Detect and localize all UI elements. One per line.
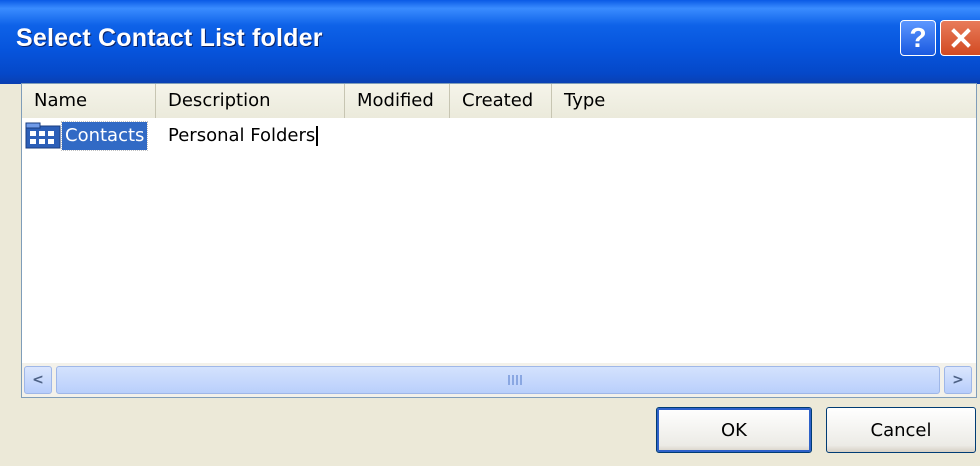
folder-list-view[interactable]: Name Description Modified Created Type C… xyxy=(21,83,977,398)
column-header-created[interactable]: Created xyxy=(450,84,552,118)
scrollbar-thumb[interactable] xyxy=(56,366,940,394)
help-button[interactable]: ? xyxy=(900,20,936,56)
folder-description-text: Personal Folders xyxy=(168,125,316,146)
window-title: Select Contact List folder xyxy=(16,24,323,52)
grip-icon xyxy=(508,375,522,385)
close-button[interactable] xyxy=(940,20,980,56)
cancel-button[interactable]: Cancel xyxy=(826,407,976,453)
folder-description-cell: Personal Folders xyxy=(168,122,319,150)
column-header-name[interactable]: Name xyxy=(22,84,156,118)
chevron-left-icon: < xyxy=(32,372,44,388)
folder-name-cell[interactable]: Contacts xyxy=(60,121,149,151)
title-bar[interactable]: Select Contact List folder ? xyxy=(0,0,980,84)
column-header-modified[interactable]: Modified xyxy=(345,84,450,118)
text-cursor xyxy=(316,126,319,146)
scroll-right-button[interactable]: > xyxy=(944,366,972,394)
chevron-right-icon: > xyxy=(952,372,964,388)
ok-button[interactable]: OK xyxy=(656,407,812,453)
scroll-left-button[interactable]: < xyxy=(24,366,52,394)
column-header-description[interactable]: Description xyxy=(156,84,345,118)
list-item[interactable]: Contacts Personal Folders xyxy=(22,120,976,152)
contacts-folder-icon xyxy=(25,122,61,149)
help-icon: ? xyxy=(909,22,927,53)
select-contact-list-folder-dialog: Select Contact List folder ? Name Descri… xyxy=(0,0,980,466)
close-icon xyxy=(950,28,971,48)
list-header: Name Description Modified Created Type xyxy=(22,84,976,118)
column-header-type[interactable]: Type xyxy=(552,84,976,118)
horizontal-scrollbar[interactable]: < > xyxy=(22,363,976,397)
